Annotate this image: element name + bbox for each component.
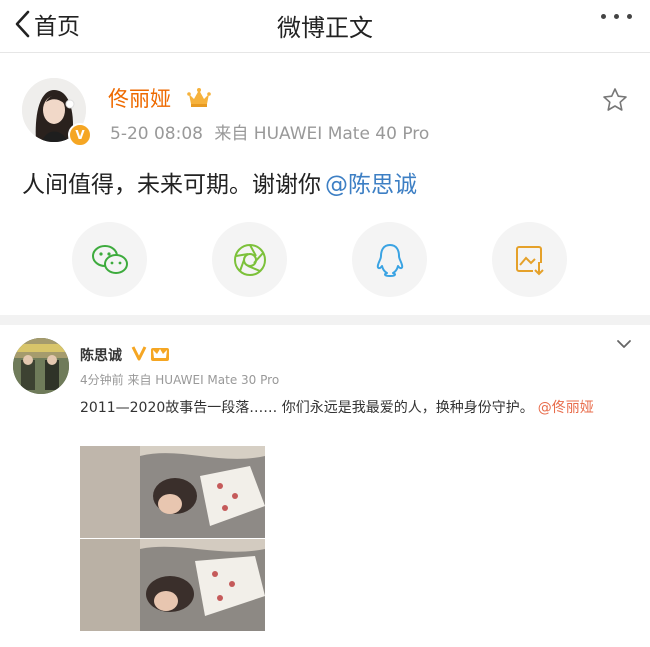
qq-icon <box>376 243 403 277</box>
save-image-icon <box>515 245 546 276</box>
mention-link[interactable]: @佟丽娅 <box>538 400 594 416</box>
chevron-down-icon[interactable] <box>616 339 632 349</box>
avatar-photo <box>13 338 69 394</box>
verified-vip-icon <box>131 346 169 361</box>
post-body: 人间值得，未来可期。谢谢你 <box>22 172 321 198</box>
post-text: 2011—2020故事告一段落…… 你们永远是我最爱的人，换种身份守护。 @佟丽娅 <box>80 397 594 417</box>
share-wechat-button[interactable] <box>72 222 147 297</box>
page-title: 微博正文 <box>277 14 373 42</box>
post-meta: 4分钟前 来自 HUAWEI Mate 30 Pro <box>80 373 280 387</box>
mention-link[interactable]: @陈思诚 <box>325 172 417 198</box>
quoted-post: 陈思诚 4分钟前 来自 HUAWEI Mate 30 Pro 2011—2020… <box>0 325 650 647</box>
main-post: V 佟丽娅 5-20 08:08 来自 HUAWEI Mate 40 Pro 人… <box>0 53 650 315</box>
wechat-icon <box>91 244 128 274</box>
more-menu-button[interactable] <box>601 14 632 19</box>
share-qq-button[interactable] <box>352 222 427 297</box>
photo-collage <box>80 446 265 631</box>
author-name[interactable]: 佟丽娅 <box>108 83 171 113</box>
post-text: 人间值得，未来可期。谢谢你 @陈思诚 <box>22 165 417 199</box>
post-body: 2011—2020故事告一段落…… 你们永远是我最爱的人，换种身份守护。 <box>80 400 534 416</box>
post-meta: 5-20 08:08 来自 HUAWEI Mate 40 Pro <box>110 119 429 144</box>
author-name[interactable]: 陈思诚 <box>80 345 122 365</box>
section-divider <box>0 315 650 325</box>
share-moments-button[interactable] <box>212 222 287 297</box>
save-image-button[interactable] <box>492 222 567 297</box>
post-date: 5-20 08:08 <box>110 124 203 144</box>
post-photo[interactable] <box>80 446 265 631</box>
share-bar <box>72 222 567 297</box>
verified-badge: V <box>68 123 92 147</box>
avatar[interactable] <box>13 338 69 394</box>
moments-icon <box>233 243 266 276</box>
star-icon[interactable] <box>602 87 628 113</box>
more-dots-icon <box>601 14 606 19</box>
navigation-bar: 首页 微博正文 <box>0 0 650 53</box>
post-source: 来自 HUAWEI Mate 40 Pro <box>214 124 430 144</box>
crown-icon <box>187 88 211 107</box>
